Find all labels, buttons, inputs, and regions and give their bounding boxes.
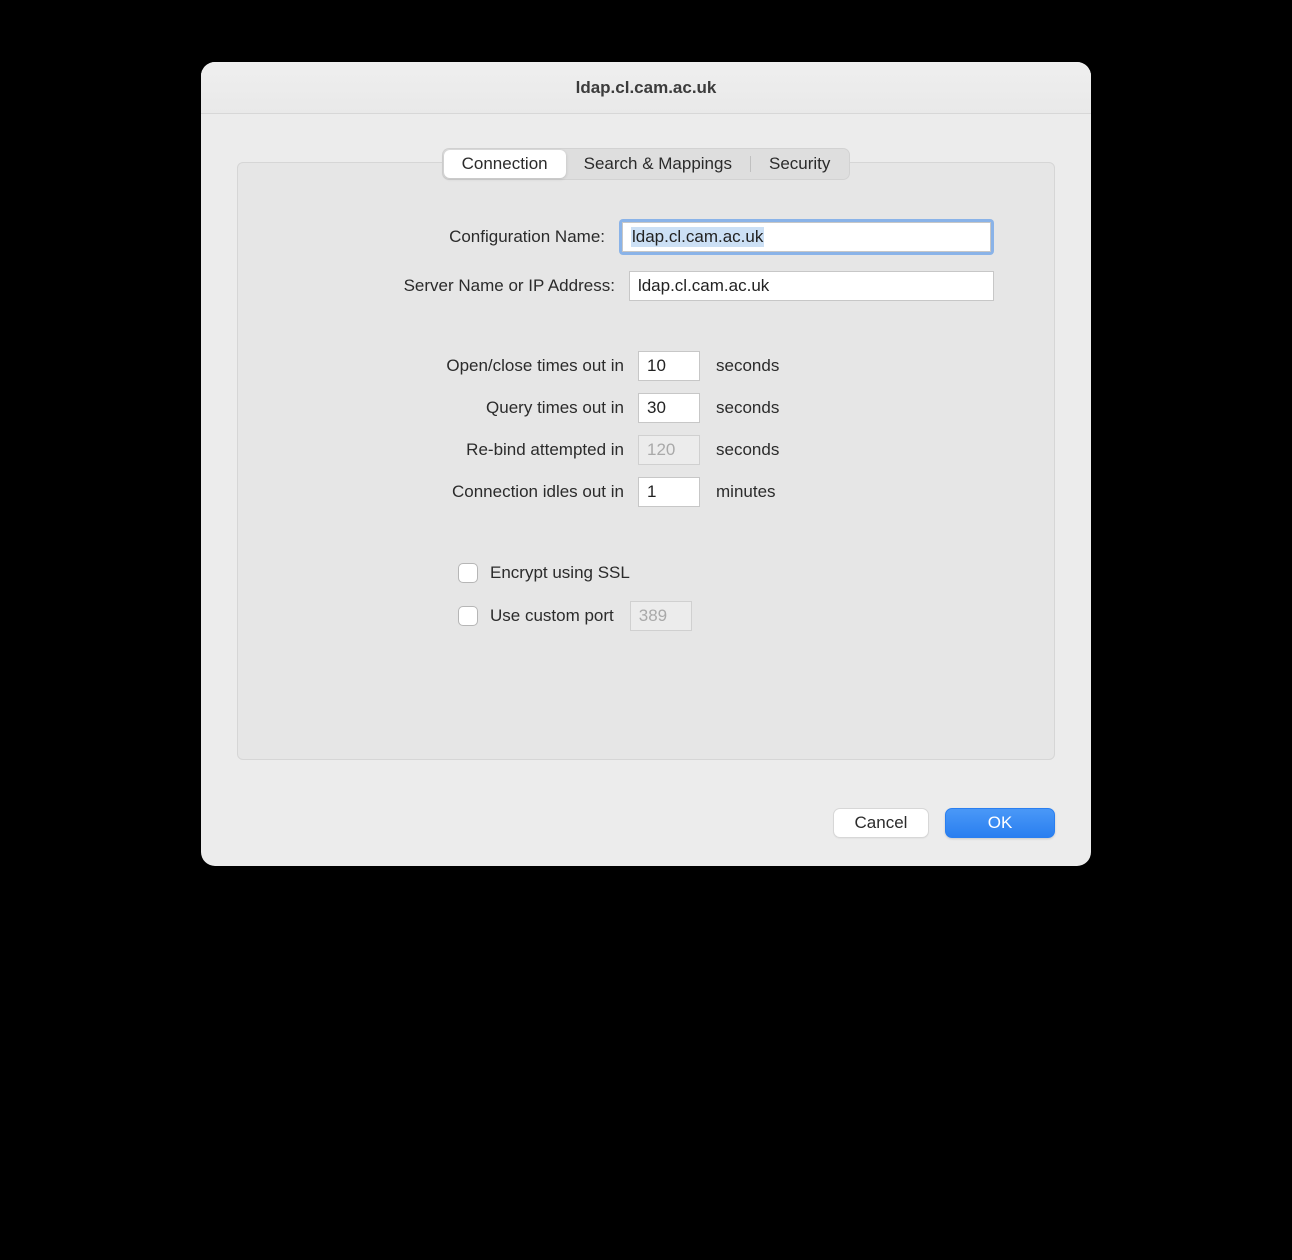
custom-port-field xyxy=(630,601,692,631)
tab-search-mappings-label: Search & Mappings xyxy=(584,154,732,173)
encrypt-ssl-row: Encrypt using SSL xyxy=(458,563,994,583)
custom-port-label: Use custom port xyxy=(490,606,614,626)
titlebar: ldap.cl.cam.ac.uk xyxy=(201,62,1091,114)
tab-segmented-control: Connection Search & Mappings Security xyxy=(442,148,851,180)
open-close-timeout-field[interactable] xyxy=(638,351,700,381)
idle-timeout-label: Connection idles out in xyxy=(298,482,638,502)
idle-timeout-field[interactable] xyxy=(638,477,700,507)
tab-security[interactable]: Security xyxy=(751,150,848,178)
custom-port-checkbox[interactable] xyxy=(458,606,478,626)
server-name-label: Server Name or IP Address: xyxy=(298,276,629,296)
rebind-timeout-label: Re-bind attempted in xyxy=(298,440,638,460)
query-timeout-field[interactable] xyxy=(638,393,700,423)
ok-button[interactable]: OK xyxy=(945,808,1055,838)
dialog-footer: Cancel OK xyxy=(201,784,1091,866)
content-area: Connection Search & Mappings Security Co… xyxy=(201,114,1091,784)
minutes-label: minutes xyxy=(716,482,776,502)
cancel-button[interactable]: Cancel xyxy=(833,808,929,838)
encrypt-ssl-checkbox[interactable] xyxy=(458,563,478,583)
seconds-label: seconds xyxy=(716,440,779,460)
focus-ring: ldap.cl.cam.ac.uk xyxy=(619,219,994,255)
connection-group: Configuration Name: ldap.cl.cam.ac.uk Se… xyxy=(237,162,1055,760)
tab-search-mappings[interactable]: Search & Mappings xyxy=(566,150,750,178)
cancel-button-label: Cancel xyxy=(855,813,908,833)
configuration-name-value: ldap.cl.cam.ac.uk xyxy=(631,227,764,247)
tab-connection[interactable]: Connection xyxy=(444,150,566,178)
dialog-sheet: ldap.cl.cam.ac.uk Connection Search & Ma… xyxy=(201,62,1091,866)
tab-connection-label: Connection xyxy=(462,154,548,173)
tab-security-label: Security xyxy=(769,154,830,173)
custom-port-row: Use custom port xyxy=(458,601,994,631)
window-title: ldap.cl.cam.ac.uk xyxy=(576,78,717,98)
open-close-timeout-label: Open/close times out in xyxy=(298,356,638,376)
query-timeout-label: Query times out in xyxy=(298,398,638,418)
rebind-timeout-field xyxy=(638,435,700,465)
configuration-name-label: Configuration Name: xyxy=(298,227,619,247)
seconds-label: seconds xyxy=(716,398,779,418)
encrypt-ssl-label: Encrypt using SSL xyxy=(490,563,630,583)
ok-button-label: OK xyxy=(988,813,1013,833)
server-name-field[interactable] xyxy=(629,271,994,301)
configuration-name-field[interactable]: ldap.cl.cam.ac.uk xyxy=(622,222,991,252)
seconds-label: seconds xyxy=(716,356,779,376)
